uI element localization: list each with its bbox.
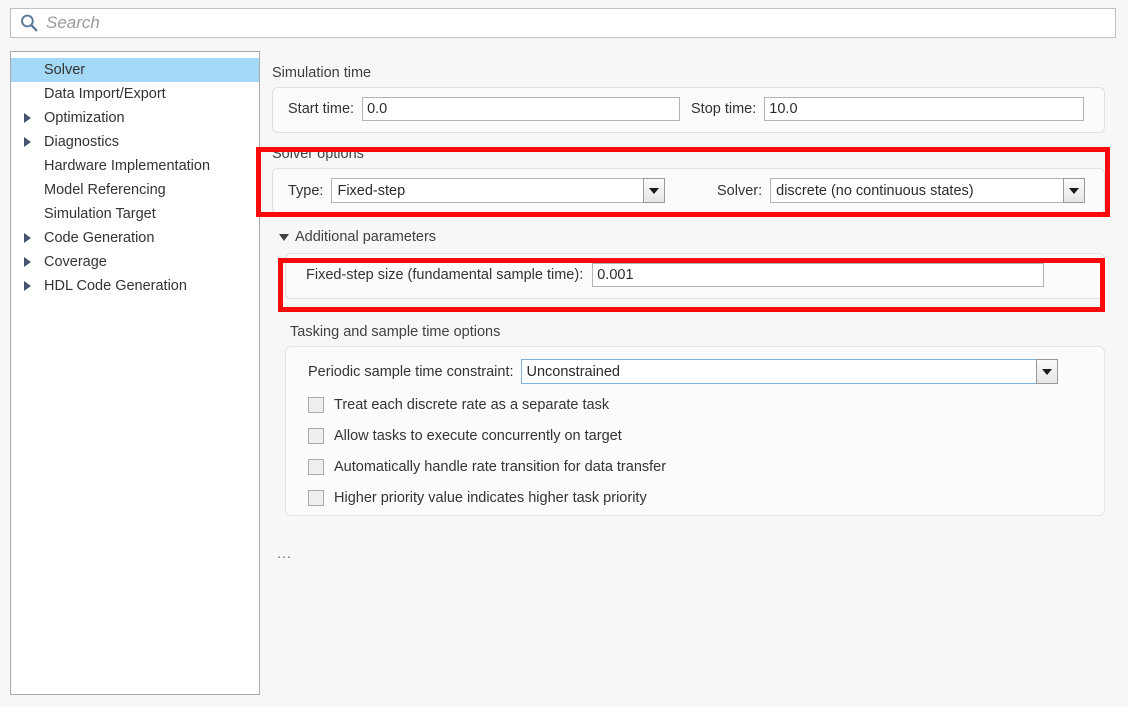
sidebar-item-label: Data Import/Export	[44, 86, 166, 102]
settings-content-pane: Simulation time Start time: Stop time: S…	[272, 51, 1118, 699]
checkbox-label: Allow tasks to execute concurrently on t…	[334, 427, 622, 444]
solver-options-title: Solver options	[272, 146, 364, 162]
sidebar-item-label: HDL Code Generation	[44, 278, 187, 294]
solver-options-panel: Type: Fixed-step Solver: discrete (no co…	[272, 168, 1105, 214]
additional-parameters-disclosure[interactable]: Additional parameters	[279, 229, 436, 245]
tasking-checkbox-list: Treat each discrete rate as a separate t…	[308, 392, 666, 516]
tasking-checkbox-row[interactable]: Treat each discrete rate as a separate t…	[308, 392, 666, 417]
solver-type-combo[interactable]: Fixed-step	[331, 178, 666, 203]
expand-arrow-icon[interactable]	[19, 135, 35, 149]
sidebar-item-model-referencing[interactable]: Model Referencing	[11, 178, 259, 202]
sidebar-item-label: Diagnostics	[44, 134, 119, 150]
simulation-time-title: Simulation time	[272, 65, 372, 81]
sidebar-item-solver[interactable]: Solver	[11, 58, 259, 82]
start-time-input[interactable]	[362, 97, 681, 121]
tasking-options-title: Tasking and sample time options	[290, 324, 501, 340]
additional-parameters-title: Additional parameters	[295, 229, 437, 245]
stop-time-input[interactable]	[764, 97, 1085, 121]
truncation-ellipsis: ...	[277, 546, 293, 562]
checkbox-icon[interactable]	[308, 427, 324, 444]
expand-arrow-icon[interactable]	[19, 231, 35, 245]
tasking-checkbox-row[interactable]: Higher priority value indicates higher t…	[308, 485, 666, 510]
sidebar-item-label: Coverage	[44, 254, 107, 270]
checkbox-label: Treat each discrete rate as a separate t…	[334, 396, 610, 413]
sidebar-item-hdl-code-generation[interactable]: HDL Code Generation	[11, 274, 259, 298]
chevron-down-icon[interactable]	[1035, 359, 1058, 384]
periodic-sample-time-constraint-label: Periodic sample time constraint:	[308, 363, 514, 380]
checkbox-icon[interactable]	[308, 458, 324, 475]
sidebar-item-label: Code Generation	[44, 230, 155, 246]
stop-time-label: Stop time:	[691, 101, 757, 117]
tasking-options-panel: Periodic sample time constraint: Unconst…	[285, 346, 1105, 516]
checkbox-icon[interactable]	[308, 396, 324, 413]
simulation-time-panel: Start time: Stop time:	[272, 87, 1105, 133]
start-time-label: Start time:	[288, 101, 355, 117]
checkbox-label: Higher priority value indicates higher t…	[334, 489, 647, 506]
additional-parameters-panel: Fixed-step size (fundamental sample time…	[285, 253, 1105, 299]
sidebar-item-label: Simulation Target	[44, 206, 156, 222]
sidebar-item-label: Hardware Implementation	[44, 158, 211, 174]
settings-category-tree[interactable]: Solver Data Import/Export Optimization Diag…	[10, 51, 260, 695]
solver-value: discrete (no continuous states)	[770, 178, 1064, 203]
sidebar-item-data-import-export[interactable]: Data Import/Export	[11, 82, 259, 106]
periodic-sample-time-constraint-value: Unconstrained	[520, 359, 1036, 384]
sidebar-item-hardware-implementation[interactable]: Hardware Implementation	[11, 154, 259, 178]
search-bar[interactable]	[10, 8, 1116, 38]
fixed-step-size-label: Fixed-step size (fundamental sample time…	[306, 267, 584, 283]
search-icon	[21, 14, 38, 32]
solver-type-label: Type:	[288, 182, 324, 199]
expand-arrow-icon[interactable]	[19, 279, 35, 293]
solver-type-value: Fixed-step	[331, 178, 644, 203]
sidebar-item-simulation-target[interactable]: Simulation Target	[11, 202, 259, 226]
tasking-checkbox-row[interactable]: Allow tasks to execute concurrently on t…	[308, 423, 666, 448]
sidebar-item-coverage[interactable]: Coverage	[11, 250, 259, 274]
solver-label: Solver:	[717, 182, 763, 199]
caret-down-icon	[279, 233, 289, 241]
search-input[interactable]	[46, 13, 1086, 33]
checkbox-icon[interactable]	[308, 489, 324, 506]
periodic-sample-time-constraint-combo[interactable]: Unconstrained	[520, 359, 1058, 384]
sidebar-item-label: Solver	[44, 62, 86, 78]
solver-combo[interactable]: discrete (no continuous states)	[770, 178, 1086, 203]
sidebar-item-diagnostics[interactable]: Diagnostics	[11, 130, 259, 154]
tasking-checkbox-row[interactable]: Automatically handle rate transition for…	[308, 454, 666, 479]
expand-arrow-icon[interactable]	[19, 111, 35, 125]
sidebar-item-code-generation[interactable]: Code Generation	[11, 226, 259, 250]
sidebar-item-optimization[interactable]: Optimization	[11, 106, 259, 130]
sidebar-item-label: Optimization	[44, 110, 125, 126]
expand-arrow-icon[interactable]	[19, 255, 35, 269]
fixed-step-size-input[interactable]	[592, 263, 1045, 287]
chevron-down-icon[interactable]	[643, 178, 666, 203]
sidebar-item-label: Model Referencing	[44, 182, 166, 198]
chevron-down-icon[interactable]	[1063, 178, 1086, 203]
checkbox-label: Automatically handle rate transition for…	[334, 458, 667, 475]
